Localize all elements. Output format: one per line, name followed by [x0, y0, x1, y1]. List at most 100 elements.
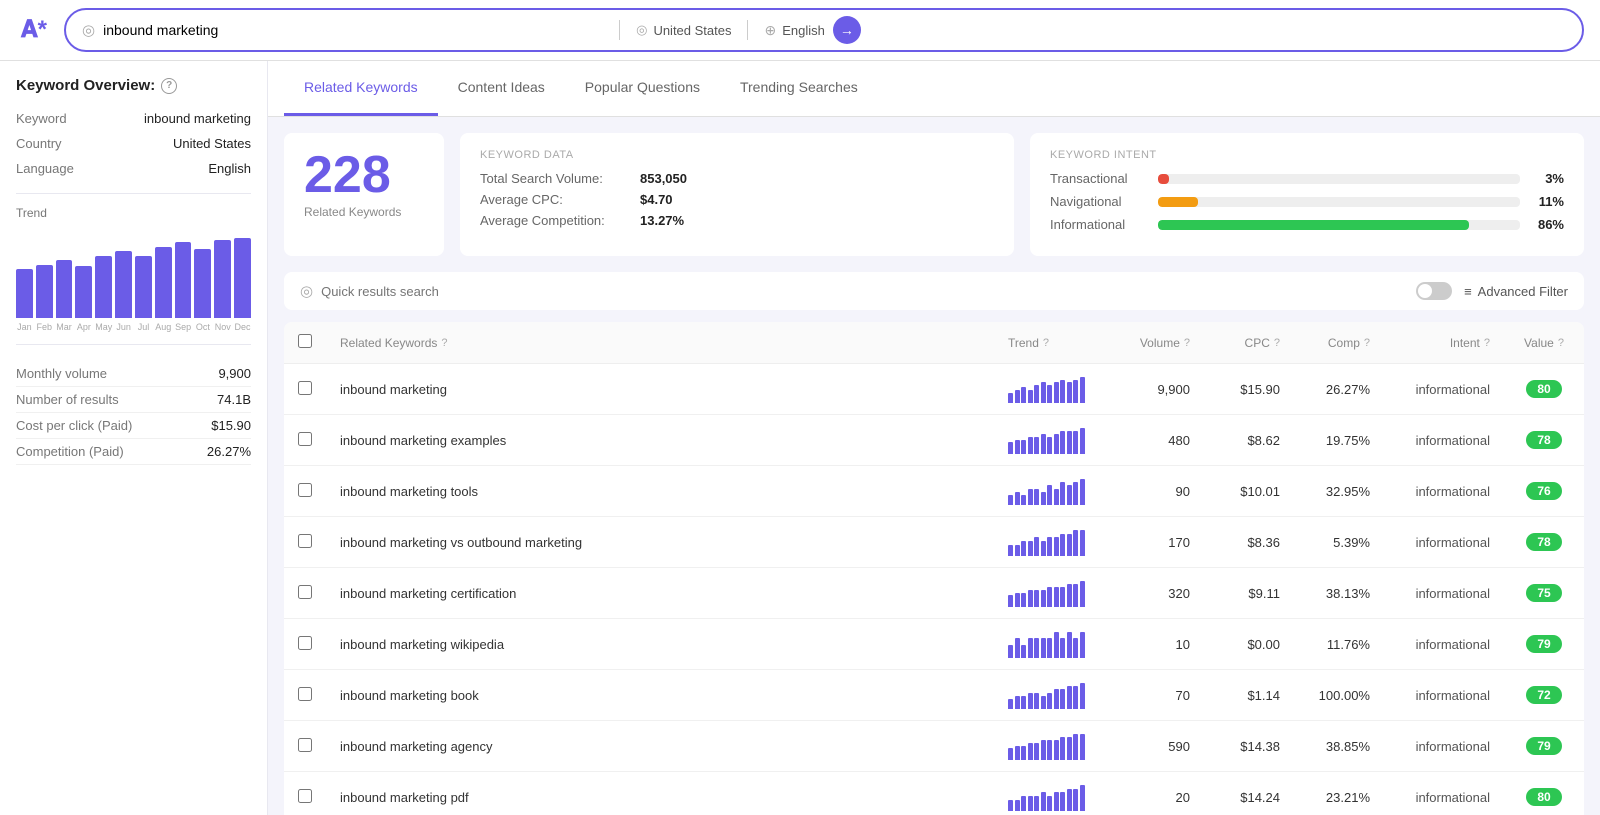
- toggle-button[interactable]: [1416, 282, 1452, 300]
- intent-bar: [1158, 174, 1169, 184]
- row-keyword-cell[interactable]: inbound marketing examples: [326, 415, 994, 466]
- row-volume-cell: 170: [1114, 517, 1204, 568]
- volume-help-icon[interactable]: ?: [1184, 337, 1190, 349]
- cpc-help-icon[interactable]: ?: [1274, 337, 1280, 349]
- row-intent-cell: informational: [1384, 517, 1504, 568]
- row-keyword-cell[interactable]: inbound marketing agency: [326, 721, 994, 772]
- tab-related[interactable]: Related Keywords: [284, 61, 438, 116]
- intent-help-icon[interactable]: ?: [1484, 337, 1490, 349]
- comp-help-icon[interactable]: ?: [1364, 337, 1370, 349]
- sidebar-trend-bar: [194, 249, 211, 318]
- table-row: inbound marketing certification 320 $9.1…: [284, 568, 1584, 619]
- mini-trend-bar: [1060, 482, 1065, 505]
- row-keyword-cell[interactable]: inbound marketing pdf: [326, 772, 994, 815]
- intent-bar-bg: [1158, 174, 1520, 184]
- row-checkbox[interactable]: [298, 789, 312, 803]
- mini-trend-bar: [1047, 693, 1052, 709]
- quick-search: ◎: [300, 282, 1416, 300]
- value-badge: 78: [1526, 431, 1562, 449]
- mini-trend-bar: [1028, 743, 1033, 760]
- mini-trend-bar: [1034, 590, 1039, 607]
- table-row: inbound marketing wikipedia 10 $0.00 11.…: [284, 619, 1584, 670]
- tab-content[interactable]: Content Ideas: [438, 61, 565, 116]
- mini-trend-bar: [1054, 489, 1059, 505]
- intent-pct: 3%: [1528, 171, 1564, 186]
- intent-rows: Transactional 3% Navigational 11% Inform…: [1050, 171, 1564, 232]
- intent-row: Navigational 11%: [1050, 194, 1564, 209]
- row-keyword-cell[interactable]: inbound marketing book: [326, 670, 994, 721]
- search-location[interactable]: ◎ United States: [636, 22, 731, 38]
- stat-value: $15.90: [211, 418, 251, 433]
- intent-bar-bg: [1158, 220, 1520, 230]
- sidebar-info-icon[interactable]: ?: [161, 78, 177, 94]
- row-cpc-cell: $0.00: [1204, 619, 1294, 670]
- mini-trend-bar: [1015, 440, 1020, 454]
- tab-trending[interactable]: Trending Searches: [720, 61, 878, 116]
- trend-month-label: Feb: [36, 322, 53, 332]
- search-bar: ◎ ◎ United States ⊕ English →: [64, 8, 1584, 52]
- row-keyword-cell[interactable]: inbound marketing tools: [326, 466, 994, 517]
- mini-trend-bar: [1047, 587, 1052, 607]
- search-submit-button[interactable]: →: [833, 16, 861, 44]
- row-checkbox[interactable]: [298, 432, 312, 446]
- trend-month-label: May: [95, 322, 112, 332]
- stat-label: Monthly volume: [16, 366, 107, 381]
- row-checkbox[interactable]: [298, 687, 312, 701]
- row-cpc-cell: $8.62: [1204, 415, 1294, 466]
- row-keyword-cell[interactable]: inbound marketing certification: [326, 568, 994, 619]
- mini-trend-bar: [1047, 796, 1052, 811]
- row-comp-cell: 11.76%: [1294, 619, 1384, 670]
- select-all-checkbox[interactable]: [298, 334, 312, 348]
- th-trend: Trend ?: [994, 322, 1114, 364]
- mini-trend-bar: [1060, 792, 1065, 811]
- search-input[interactable]: [103, 22, 603, 38]
- mini-trend-bar: [1008, 495, 1013, 505]
- mini-trend-bar: [1041, 792, 1046, 811]
- value-badge: 79: [1526, 635, 1562, 653]
- row-checkbox[interactable]: [298, 636, 312, 650]
- mini-trend-bar: [1015, 696, 1020, 709]
- row-keyword-cell[interactable]: inbound marketing wikipedia: [326, 619, 994, 670]
- mini-trend-bar: [1015, 390, 1020, 403]
- row-checkbox[interactable]: [298, 585, 312, 599]
- keyword-help-icon[interactable]: ?: [441, 337, 447, 349]
- row-checkbox[interactable]: [298, 483, 312, 497]
- mini-trend-bar: [1028, 390, 1033, 403]
- trend-help-icon[interactable]: ?: [1043, 337, 1049, 349]
- location-icon: ◎: [636, 22, 647, 38]
- keyword-data-rows: Total Search Volume:853,050Average CPC:$…: [480, 171, 994, 228]
- mini-trend-bar: [1034, 385, 1039, 403]
- row-keyword-cell[interactable]: inbound marketing vs outbound marketing: [326, 517, 994, 568]
- th-intent: Intent ?: [1384, 322, 1504, 364]
- row-comp-cell: 100.00%: [1294, 670, 1384, 721]
- row-check-cell: [284, 364, 326, 415]
- value-help-icon[interactable]: ?: [1558, 337, 1564, 349]
- row-cpc-cell: $9.11: [1204, 568, 1294, 619]
- advanced-filter-button[interactable]: ≡ Advanced Filter: [1464, 284, 1568, 299]
- row-checkbox[interactable]: [298, 381, 312, 395]
- filter-bar: ◎ ≡ Advanced Filter: [284, 272, 1584, 310]
- filter-icon: ≡: [1464, 284, 1472, 299]
- table-header-row: Related Keywords ? Trend ? Volume ? CPC …: [284, 322, 1584, 364]
- sidebar-stat-row: Cost per click (Paid)$15.90: [16, 413, 251, 439]
- row-keyword-cell[interactable]: inbound marketing: [326, 364, 994, 415]
- mini-trend-bar: [1021, 796, 1026, 811]
- value-badge: 76: [1526, 482, 1562, 500]
- row-checkbox[interactable]: [298, 738, 312, 752]
- mini-trend-bar: [1067, 737, 1072, 760]
- summary-row: 228 Related Keywords Keyword Data Total …: [284, 133, 1584, 256]
- tab-questions[interactable]: Popular Questions: [565, 61, 720, 116]
- trend-month-label: Jul: [135, 322, 152, 332]
- stat-label: Competition (Paid): [16, 444, 124, 459]
- row-checkbox[interactable]: [298, 534, 312, 548]
- mini-trend-bar: [1041, 382, 1046, 403]
- mini-trend-bar: [1080, 734, 1085, 760]
- mini-trend-bar: [1041, 541, 1046, 556]
- data-row-value: $4.70: [640, 192, 673, 207]
- search-language[interactable]: ⊕ English: [764, 22, 824, 39]
- mini-trend-bar: [1021, 541, 1026, 556]
- sidebar-trend-bar: [16, 269, 33, 318]
- mini-trend-bar: [1073, 584, 1078, 607]
- quick-search-input[interactable]: [321, 284, 1416, 299]
- meta-country-value: United States: [173, 136, 251, 151]
